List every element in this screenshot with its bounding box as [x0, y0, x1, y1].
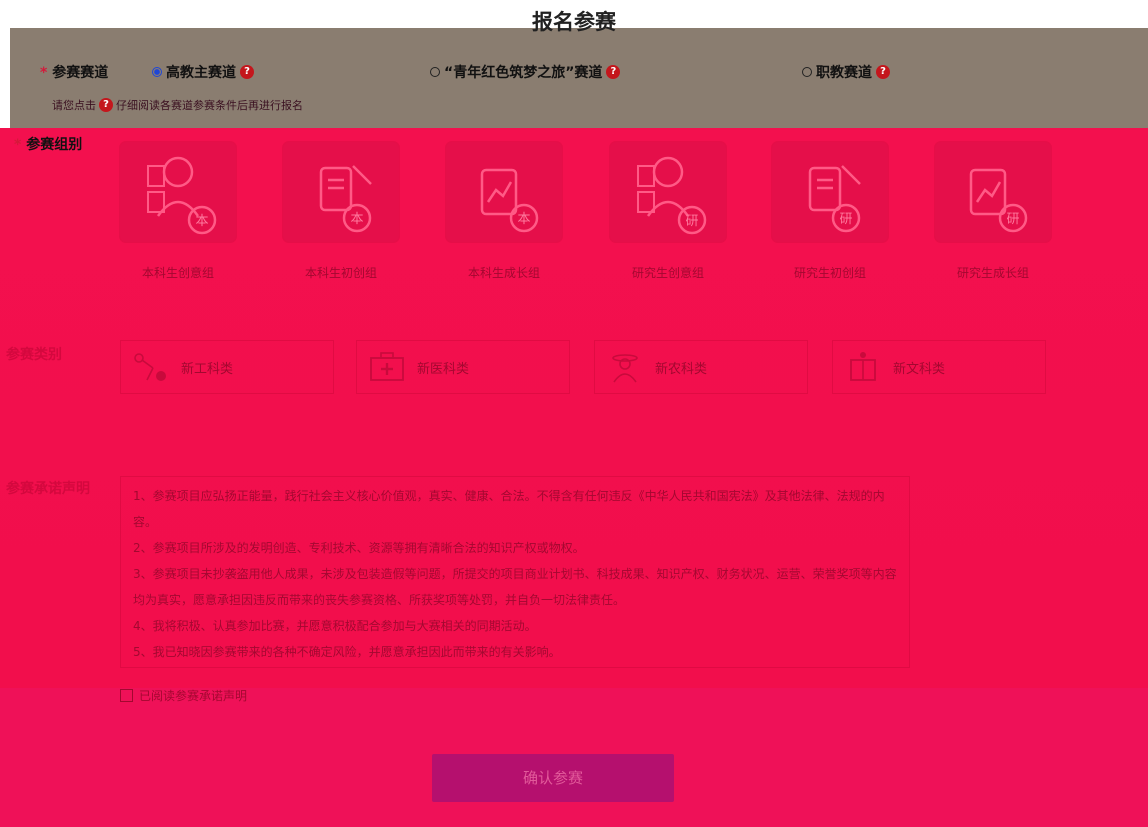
pledge-item: 1、参赛项目应弘扬正能量，践行社会主义核心价值观，真实、健康、合法。不得含有任何…: [133, 489, 885, 529]
pledge-label: 参赛承诺声明: [6, 481, 90, 497]
radio-unselected-icon[interactable]: [802, 67, 812, 77]
group-card-grad-idea[interactable]: 研: [610, 142, 726, 242]
group-name: 研究生初创组: [793, 266, 866, 280]
category-agriculture[interactable]: 新农科类: [594, 340, 808, 394]
category-name: 新工科类: [181, 361, 234, 377]
category-name: 新医科类: [417, 361, 470, 377]
badge: 本: [350, 212, 363, 227]
pledge-item: 4、我将积极、认真参加比赛，并愿意积极配合参加与大赛相关的同期活动。: [133, 619, 537, 633]
badge: 研: [1006, 212, 1019, 227]
help-icon[interactable]: ?: [606, 65, 621, 79]
radio-unselected-icon[interactable]: [430, 67, 440, 77]
track-hint: 请您点击 ? 仔细阅读各赛道参赛条件后再进行报名: [52, 97, 303, 113]
document-wand-icon: 研: [808, 165, 861, 233]
group-name: 研究生创意组: [631, 266, 704, 280]
badge: 本: [195, 214, 208, 229]
growth-chart-icon: 本: [480, 168, 539, 233]
category-name: 新农科类: [655, 361, 708, 377]
pledge-item: 2、参赛项目所涉及的发明创造、专利技术、资源等拥有清晰合法的知识产权或物权。: [133, 541, 585, 555]
group-label-text: 参赛组别: [26, 137, 83, 153]
checkbox-icon[interactable]: [120, 689, 133, 702]
group-card-undergrad-growth[interactable]: 本: [446, 142, 562, 242]
radio-label: 高教主赛道: [166, 65, 236, 81]
checkbox-label: 已阅读参赛承诺声明: [139, 689, 248, 703]
radio-label: 职教赛道: [816, 65, 872, 81]
group-card-grad-startup[interactable]: 研: [772, 142, 888, 242]
radio-label: “青年红色筑梦之旅”赛道: [444, 65, 603, 81]
badge: 研: [839, 212, 852, 227]
group-card-undergrad-startup[interactable]: 本: [283, 142, 399, 242]
category-humanities[interactable]: 新文科类: [832, 340, 1046, 394]
hint-after: 仔细阅读各赛道参赛条件后再进行报名: [116, 99, 303, 112]
group-name: 本科生初创组: [304, 266, 377, 280]
group-name: 本科生创意组: [141, 266, 214, 280]
help-icon[interactable]: ?: [240, 65, 254, 79]
robot-arm-icon: [134, 353, 166, 381]
group-name: 研究生成长组: [956, 266, 1029, 280]
category-engineering[interactable]: 新工科类: [120, 340, 334, 394]
pledge-agree-checkbox[interactable]: 已阅读参赛承诺声明: [120, 687, 247, 704]
idea-person-icon: 研: [637, 156, 707, 235]
pledge-item: 3、参赛项目未抄袭盗用他人成果，未涉及包装造假等问题，所提交的项目商业计划书、科…: [133, 567, 897, 607]
radio-track-red-dream[interactable]: “青年红色筑梦之旅”赛道 ?: [430, 62, 621, 82]
farmer-icon: [612, 354, 638, 383]
confirm-button[interactable]: 确认参赛: [432, 754, 674, 802]
page-title: 报名参赛: [532, 10, 616, 34]
help-icon[interactable]: ?: [99, 98, 113, 112]
badge: 本: [517, 212, 530, 227]
badge: 研: [685, 214, 698, 229]
category-label: 参赛类别: [6, 347, 62, 363]
document-wand-icon: 本: [319, 165, 372, 233]
category-name: 新文科类: [893, 361, 946, 377]
growth-chart-icon: 研: [969, 168, 1028, 233]
track-label-text: 参赛赛道: [52, 65, 109, 81]
radio-track-higher-ed[interactable]: 高教主赛道 ?: [152, 62, 254, 82]
group-card-grad-growth[interactable]: 研: [935, 142, 1051, 242]
pledge-text: 1、参赛项目应弘扬正能量，践行社会主义核心价值观，真实、健康、合法。不得含有任何…: [120, 476, 910, 668]
category-medical[interactable]: 新医科类: [356, 340, 570, 394]
required-mark: *: [40, 65, 48, 81]
pledge-item: 5、我已知晓因参赛带来的各种不确定风险，并愿意承担因此而带来的有关影响。: [133, 645, 561, 659]
group-name: 本科生成长组: [467, 266, 540, 280]
idea-person-icon: 本: [147, 156, 217, 235]
track-label: * 参赛赛道: [40, 62, 108, 82]
radio-track-vocational[interactable]: 职教赛道 ?: [802, 62, 890, 82]
help-icon[interactable]: ?: [876, 65, 890, 79]
required-mark: *: [14, 137, 22, 153]
radio-selected-icon[interactable]: [152, 67, 162, 77]
group-label: * 参赛组别: [14, 134, 82, 154]
medical-kit-icon: [370, 352, 404, 381]
group-card-undergrad-idea[interactable]: 本: [120, 142, 236, 242]
book-icon: [850, 352, 876, 381]
hint-before: 请您点击: [52, 99, 96, 112]
